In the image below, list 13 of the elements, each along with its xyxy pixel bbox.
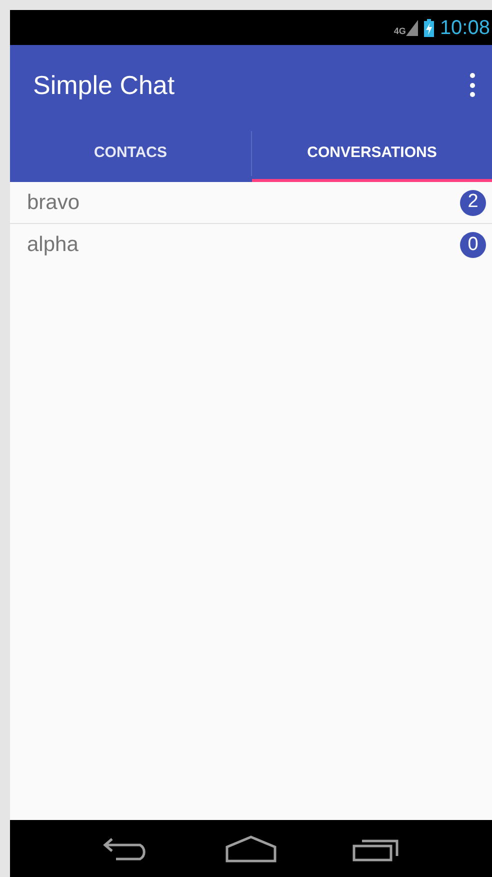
contact-name: bravo: [27, 190, 80, 216]
clock: 10:08: [440, 18, 490, 38]
unread-count: 0: [460, 232, 486, 258]
battery-icon: [424, 18, 434, 36]
home-icon[interactable]: [224, 834, 277, 862]
app-title: Simple Chat: [33, 68, 175, 102]
conversation-row[interactable]: bravo 2: [10, 182, 492, 224]
conversation-row[interactable]: alpha 0: [10, 224, 492, 266]
signal-icon: [406, 20, 418, 36]
contact-name: alpha: [27, 232, 78, 258]
tab[interactable]: CONTACS: [10, 125, 251, 182]
unread-count: 2: [460, 190, 486, 216]
network-type: 4G: [394, 26, 406, 36]
